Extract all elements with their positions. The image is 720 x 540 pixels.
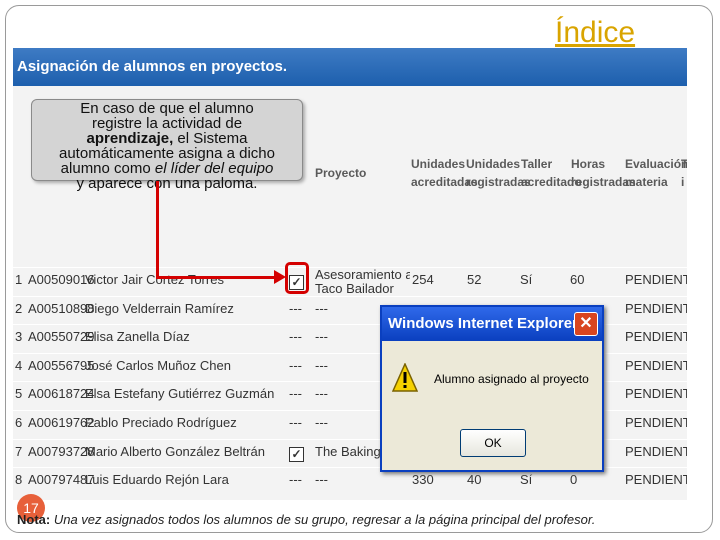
row-number: 3 (15, 329, 23, 345)
row-number: 5 (15, 386, 23, 402)
student-name: Diego Velderrain Ramírez (85, 300, 234, 316)
student-name: Victor Jair Cortez Torres (85, 272, 224, 287)
footer-note: Nota: Una vez asignados todos los alumno… (17, 512, 596, 527)
unidades-registradas: 52 (467, 272, 482, 287)
checkmark-icon: ✓ (289, 446, 304, 462)
leader-checkbox[interactable]: ✓ (289, 440, 309, 464)
header-proyecto: Proyecto (315, 166, 367, 180)
student-name: Elsa Estefany Gutiérrez Guzmán (85, 386, 275, 402)
student-name: Luis Eduardo Rejón Lara (85, 472, 229, 488)
row-number: 8 (15, 472, 23, 488)
dialog-message: Alumno asignado al proyecto (434, 372, 589, 386)
evaluacion-materia: PENDIENTE (625, 272, 687, 287)
project-name-line: Taco Bailador (315, 281, 394, 296)
taller-acreditado: Sí (520, 272, 533, 287)
evaluacion-materia: PENDIENTE (625, 357, 687, 373)
evaluacion-materia: PENDIENTE (625, 415, 687, 430)
leader-empty[interactable]: --- (289, 382, 309, 406)
dialog-ok-button[interactable]: OK (460, 429, 526, 457)
header-overflow: Ti (681, 157, 687, 189)
callout-box: En caso de que el alumno registre la act… (31, 99, 303, 191)
checkbox-highlight (285, 262, 309, 294)
header-evaluacion-materia: Evaluación materia (625, 157, 687, 189)
unidades-acreditadas: 254 (412, 272, 434, 287)
student-name: José Carlos Muñoz Chen (85, 357, 231, 373)
evaluacion-materia: PENDIENTE (625, 329, 687, 345)
dialog-close-button[interactable]: ✕ (574, 312, 598, 336)
callout-arrow-vertical (156, 181, 159, 278)
leader-empty[interactable]: --- (289, 411, 309, 435)
leader-empty[interactable]: --- (289, 354, 309, 378)
evaluacion-materia: PENDIENTE (625, 300, 687, 316)
student-name: Mario Alberto González Beltrán (85, 443, 265, 459)
dialog-title: Windows Internet Explorer (382, 307, 602, 341)
row-number: 2 (15, 300, 23, 316)
row-number: 7 (15, 443, 23, 459)
leader-empty[interactable]: --- (289, 325, 309, 349)
evaluacion-materia: PENDIENTE (625, 472, 687, 488)
project-name-line: Asesoramiento al (315, 268, 410, 282)
app-title: Asignación de alumnos en proyectos. (13, 48, 687, 86)
student-name: Pablo Preciado Rodríguez (85, 415, 237, 430)
row-number: 6 (15, 415, 23, 430)
evaluacion-materia: PENDIENTE (625, 443, 687, 459)
horas-registradas: 60 (570, 272, 585, 287)
warning-icon (392, 363, 418, 392)
evaluacion-materia: PENDIENTE (625, 386, 687, 402)
student-name: Elisa Zanella Díaz (85, 329, 190, 345)
leader-empty[interactable]: --- (289, 468, 309, 492)
row-number: 4 (15, 357, 23, 373)
leader-empty[interactable]: --- (289, 297, 309, 321)
index-link[interactable]: Índice (555, 16, 635, 50)
alert-dialog: Windows Internet Explorer ✕ Alumno asign… (380, 305, 604, 472)
row-number: 1 (15, 272, 23, 287)
callout-arrow-horizontal (156, 276, 276, 279)
